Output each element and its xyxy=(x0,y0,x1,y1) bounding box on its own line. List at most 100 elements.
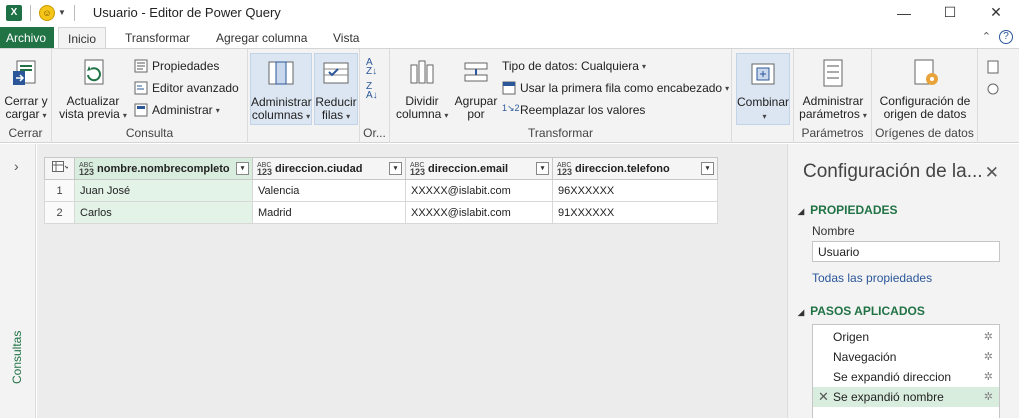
queries-pane-label[interactable]: Consultas xyxy=(10,331,24,384)
reduce-rows-button[interactable]: Reducir filas ▾ xyxy=(314,53,358,125)
new-source-button[interactable] xyxy=(986,57,1004,77)
collapse-ribbon-icon[interactable]: ⌃ xyxy=(982,30,991,43)
group-by-button[interactable]: Agrupar por xyxy=(452,53,500,121)
tab-vista[interactable]: Vista xyxy=(324,27,368,49)
ribbon-tabs: Archivo Inicio Transformar Agregar colum… xyxy=(0,27,1019,49)
gear-icon[interactable]: ✲ xyxy=(984,350,993,363)
table-cell[interactable]: 96XXXXXX xyxy=(552,179,718,202)
excel-icon[interactable]: X xyxy=(6,4,22,21)
group-columnas-filas: Administrar columnas ▾ Reducir filas ▾ xyxy=(248,49,360,143)
column-header-nombrecompleto[interactable]: ABC 123 nombre.nombrecompleto ▾ xyxy=(74,157,253,180)
split-column-button[interactable]: Dividir columna ▾ xyxy=(396,53,448,122)
group-by-label: Agrupar por xyxy=(454,94,498,121)
column-header-telefono[interactable]: ABC 123 direccion.telefono ▾ xyxy=(552,157,718,180)
step-label: Navegación xyxy=(833,350,897,364)
group-label-ordenar: Or... xyxy=(363,126,386,140)
gear-icon[interactable]: ✲ xyxy=(984,370,993,383)
step-item[interactable]: Se expandió direccion ✲ xyxy=(813,367,999,387)
table-cell[interactable]: Juan José xyxy=(74,179,253,202)
expand-queries-icon[interactable]: › xyxy=(14,158,19,174)
column-filter-button[interactable]: ▾ xyxy=(536,162,549,175)
close-settings-icon[interactable]: ✕ xyxy=(985,163,999,183)
first-row-header-button[interactable]: Usar la primera fila como encabezado ▾ xyxy=(502,78,729,98)
group-label-origenes: Orígenes de datos xyxy=(875,126,974,140)
column-header-ciudad[interactable]: ABC 123 direccion.ciudad ▾ xyxy=(252,157,406,180)
applied-steps-header[interactable]: ◢ PASOS APLICADOS xyxy=(798,304,925,318)
combine-label: Combinar xyxy=(737,95,790,109)
recent-sources-button[interactable] xyxy=(986,79,1004,99)
query-settings-title: Configuración de la... xyxy=(803,161,983,182)
first-row-header-label: Usar la primera fila como encabezado xyxy=(520,81,723,95)
row-number[interactable]: 1 xyxy=(44,179,75,202)
properties-button[interactable]: Propiedades xyxy=(134,56,219,76)
table-cell[interactable]: XXXXX@islabit.com xyxy=(405,201,553,224)
column-name: direccion.telefono xyxy=(575,162,670,175)
sort-descending-button[interactable]: Z A↓ xyxy=(366,81,378,101)
manage-parameters-label: Administrar parámetros xyxy=(799,94,864,121)
quick-access-dropdown-icon[interactable]: ▼ xyxy=(58,8,66,17)
sort-ascending-button[interactable]: A Z↓ xyxy=(366,57,377,77)
data-source-settings-button[interactable]: Configuración de origen de datos xyxy=(876,53,974,121)
step-item[interactable]: Origen ✲ xyxy=(813,327,999,347)
replace-values-button[interactable]: 1↘2 Reemplazar los valores xyxy=(502,100,645,120)
close-load-icon xyxy=(9,57,43,91)
gear-icon[interactable]: ✲ xyxy=(984,390,993,403)
replace-values-label: Reemplazar los valores xyxy=(520,103,646,117)
column-filter-button[interactable]: ▾ xyxy=(389,162,402,175)
maximize-button[interactable]: ☐ xyxy=(927,0,973,25)
properties-section-header[interactable]: ◢ PROPIEDADES xyxy=(798,203,898,217)
title-separator-2 xyxy=(73,4,75,21)
group-origenes: Configuración de origen de datos Orígene… xyxy=(872,49,978,143)
table-cell[interactable]: 91XXXXXX xyxy=(552,201,718,224)
data-type-button[interactable]: Tipo de datos: Cualquiera ▾ xyxy=(502,56,646,76)
data-source-settings-label: Configuración de origen de datos xyxy=(879,94,971,121)
manage-columns-button[interactable]: Administrar columnas ▾ xyxy=(250,53,312,125)
query-name-input[interactable]: Usuario xyxy=(812,241,1000,262)
table-cell[interactable]: Carlos xyxy=(74,201,253,224)
step-item[interactable]: Navegación ✲ xyxy=(813,347,999,367)
table-cell[interactable]: Madrid xyxy=(252,201,406,224)
tab-archivo[interactable]: Archivo xyxy=(0,27,54,49)
column-name: nombre.nombrecompleto xyxy=(97,162,230,175)
manage-parameters-button[interactable]: Administrar parámetros ▾ xyxy=(798,53,868,122)
gear-icon[interactable]: ✲ xyxy=(984,330,993,343)
reduce-rows-label: Reducir filas xyxy=(315,95,357,122)
feedback-smiley-icon[interactable]: ☺ xyxy=(39,4,55,21)
delete-step-icon[interactable]: ✕ xyxy=(818,389,829,405)
type-any-icon: ABC 123 xyxy=(79,161,95,177)
table-row: 1 Juan José Valencia XXXXX@islabit.com 9… xyxy=(44,179,718,202)
split-column-icon xyxy=(405,57,439,91)
advanced-editor-button[interactable]: Editor avanzado xyxy=(134,78,239,98)
manage-label: Administrar xyxy=(152,103,213,117)
data-type-label: Tipo de datos: Cualquiera xyxy=(502,59,639,73)
step-label: Se expandió nombre xyxy=(833,390,944,404)
parameters-icon xyxy=(816,57,850,91)
table-cell[interactable]: XXXXX@islabit.com xyxy=(405,179,553,202)
minimize-button[interactable]: — xyxy=(881,0,927,25)
column-filter-button[interactable]: ▾ xyxy=(701,162,714,175)
tab-inicio[interactable]: Inicio xyxy=(58,27,107,49)
table-row: 2 Carlos Madrid XXXXX@islabit.com 91XXXX… xyxy=(44,201,718,224)
combine-button[interactable]: Combinar ▾ xyxy=(736,53,790,125)
refresh-preview-button[interactable]: Actualizar vista previa ▾ xyxy=(58,53,128,122)
close-load-button[interactable]: Cerrar y cargar ▾ xyxy=(3,53,49,122)
tab-agregar-columna[interactable]: Agregar columna xyxy=(207,27,316,49)
step-item-selected[interactable]: ✕ Se expandió nombre ✲ xyxy=(813,387,999,407)
close-button[interactable]: ✕ xyxy=(973,0,1019,25)
group-label-transformar: Transformar xyxy=(528,126,593,140)
column-filter-button[interactable]: ▾ xyxy=(236,162,249,175)
column-header-email[interactable]: ABC 123 direccion.email ▾ xyxy=(405,157,553,180)
table-menu-button[interactable] xyxy=(44,157,75,180)
help-icon[interactable]: ? xyxy=(999,30,1013,44)
table-cell[interactable]: Valencia xyxy=(252,179,406,202)
refresh-label: Actualizar vista previa xyxy=(59,94,120,121)
first-row-header-icon xyxy=(502,81,516,95)
all-properties-link[interactable]: Todas las propiedades xyxy=(812,271,932,285)
manage-button[interactable]: Administrar ▾ xyxy=(134,100,220,120)
queries-pane: › Consultas xyxy=(0,144,36,418)
reduce-rows-icon xyxy=(319,58,353,92)
tab-transformar[interactable]: Transformar xyxy=(116,27,199,49)
group-label-consulta: Consulta xyxy=(125,126,174,140)
row-number[interactable]: 2 xyxy=(44,201,75,224)
column-name: direccion.ciudad xyxy=(275,162,363,175)
